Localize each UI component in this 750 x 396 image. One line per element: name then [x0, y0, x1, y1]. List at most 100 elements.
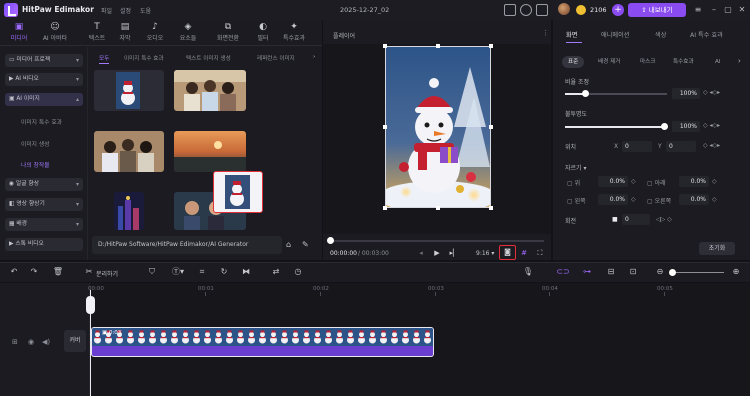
- subtab-remove-bg[interactable]: 배경 제거: [592, 56, 626, 68]
- scissors-icon[interactable]: ✂: [83, 266, 95, 278]
- media-thumb-sunset[interactable]: [174, 131, 246, 172]
- chevron-right-icon[interactable]: ›: [738, 57, 741, 65]
- track-visibility-icon[interactable]: ◉: [28, 338, 34, 346]
- text-tool-icon[interactable]: Ⓣ▾: [168, 266, 188, 278]
- media-thumb-group-photo[interactable]: [174, 70, 246, 111]
- grid-icon[interactable]: #: [519, 248, 529, 258]
- fullscreen-icon[interactable]: ⛶: [535, 248, 545, 258]
- snap-icon[interactable]: ⊶: [580, 266, 594, 278]
- subtab-image-effects[interactable]: 이미지 특수 효과: [124, 54, 164, 62]
- opacity-value[interactable]: 100%: [672, 121, 700, 132]
- subtab-reference-image[interactable]: 레퍼런스 이미지: [257, 54, 295, 62]
- tab-filter[interactable]: ◐ 필터: [250, 22, 276, 44]
- tab-subtitle[interactable]: ▤ 자막: [112, 22, 138, 44]
- play-icon[interactable]: ▶: [432, 248, 442, 258]
- tab-animation[interactable]: 애니메이션: [601, 30, 629, 39]
- more-icon[interactable]: ⋮: [542, 29, 549, 37]
- sidebar-item-stock-video[interactable]: ▶ 스톡 비디오: [5, 238, 83, 251]
- add-credits-button[interactable]: +: [612, 4, 624, 16]
- keyframe-icon[interactable]: ◇ ◂◇▸: [703, 89, 720, 96]
- tab-ai-avatar[interactable]: ☺ AI 아바타: [38, 22, 72, 44]
- zoom-slider[interactable]: [672, 272, 724, 273]
- resize-handle-tl[interactable]: [383, 44, 387, 48]
- sidebar-item-ai-video[interactable]: ▶ AI 비디오 ▾: [5, 73, 83, 86]
- preview-image[interactable]: [385, 46, 491, 208]
- tab-color[interactable]: 색상: [655, 30, 666, 39]
- seek-bar[interactable]: [330, 240, 544, 242]
- resize-handle-b[interactable]: [436, 206, 440, 210]
- sidebar-item-face-enhance[interactable]: ◉ 얼굴 향상 ▾: [5, 178, 83, 191]
- opacity-slider[interactable]: [565, 126, 667, 128]
- seek-knob[interactable]: [327, 237, 334, 244]
- zoom-slider-knob[interactable]: [669, 269, 676, 276]
- sidebar-item-ai-image[interactable]: ▣ AI 이미지 ▴: [5, 93, 83, 106]
- edit-icon[interactable]: ✎: [302, 240, 309, 249]
- crop-top-input[interactable]: 0.0%: [598, 176, 628, 187]
- shield-icon[interactable]: ⛉: [146, 266, 158, 278]
- keyframe-icon[interactable]: ◇: [631, 196, 636, 203]
- menu-settings[interactable]: 설정: [120, 6, 131, 15]
- mirror-icon[interactable]: ⧓: [240, 266, 252, 278]
- playhead-handle[interactable]: [86, 296, 95, 314]
- tab-audio[interactable]: ♪ 오디오: [142, 22, 168, 44]
- delete-icon[interactable]: 🗑: [52, 266, 64, 278]
- account-icon[interactable]: [520, 4, 532, 16]
- scale-slider-knob[interactable]: [582, 90, 589, 97]
- keyframe-icon[interactable]: ◇: [712, 178, 717, 185]
- menu-file[interactable]: 파일: [101, 6, 112, 15]
- minimize-icon[interactable]: –: [708, 4, 720, 16]
- maximize-icon[interactable]: ▢: [722, 4, 734, 16]
- pos-y-input[interactable]: 0: [666, 141, 696, 152]
- tab-ai-effects[interactable]: AI 특수 효과: [690, 30, 723, 39]
- keyframe-icon[interactable]: ◇: [712, 196, 717, 203]
- aspect-ratio-select[interactable]: 9:16 ▾: [476, 250, 494, 257]
- prev-frame-icon[interactable]: ◂: [416, 248, 426, 258]
- tab-text[interactable]: T 텍스트: [84, 22, 110, 44]
- link-icon[interactable]: ⊂⊃: [556, 266, 570, 278]
- avatar[interactable]: [558, 3, 570, 15]
- media-thumb-friends[interactable]: [94, 131, 164, 172]
- subtab-text-to-image[interactable]: 텍스트 이미지 생성: [186, 54, 231, 62]
- resize-handle-t[interactable]: [436, 44, 440, 48]
- redo-icon[interactable]: ↷: [28, 266, 40, 278]
- sidebar-sub-my-creations[interactable]: 나의 창작물: [21, 160, 50, 169]
- rotate-icon[interactable]: ↻: [218, 266, 230, 278]
- speed-icon[interactable]: ◷: [292, 266, 304, 278]
- keyframe-icon[interactable]: ◇ ◂◇▸: [703, 122, 720, 129]
- replace-icon[interactable]: ⇄: [270, 266, 282, 278]
- keyboard-icon[interactable]: [536, 4, 548, 16]
- media-thumb-city[interactable]: [114, 192, 144, 230]
- zoom-out-icon[interactable]: ⊖: [654, 266, 666, 278]
- reset-button[interactable]: 초기화: [699, 242, 735, 255]
- crop-bottom-input[interactable]: 0.0%: [679, 176, 709, 187]
- resize-handle-r[interactable]: [489, 125, 493, 129]
- chevron-right-icon[interactable]: ›: [313, 54, 315, 60]
- media-thumb-snowman-1[interactable]: [94, 70, 164, 111]
- tab-screen[interactable]: 화면: [566, 30, 577, 39]
- crop-label[interactable]: 자르기 ▾: [565, 163, 586, 172]
- resize-handle-tr[interactable]: [489, 44, 493, 48]
- tab-effects[interactable]: ✦ 특수효과: [276, 22, 312, 44]
- pos-x-input[interactable]: 0: [622, 141, 652, 152]
- split-label[interactable]: 분리하기: [96, 269, 118, 278]
- subtab-all[interactable]: 모두: [99, 54, 110, 64]
- folder-open-icon[interactable]: ⌂: [286, 240, 291, 249]
- subtab-ai[interactable]: AI: [709, 56, 726, 68]
- track-lock-icon[interactable]: ⊞: [12, 338, 18, 346]
- scale-slider[interactable]: [565, 93, 667, 95]
- sidebar-item-project-media[interactable]: ▭ 미디어 프로젝 ▾: [5, 54, 83, 67]
- resize-handle-l[interactable]: [383, 125, 387, 129]
- media-thumb-snowman-selected[interactable]: [213, 171, 263, 213]
- message-icon[interactable]: [504, 4, 516, 16]
- keyframe-icon[interactable]: ◇: [631, 178, 636, 185]
- tab-transition[interactable]: ⧉ 화면전환: [210, 22, 246, 44]
- cover-button[interactable]: 커버: [64, 330, 86, 352]
- export-button[interactable]: ⇪ 내보내기: [628, 3, 686, 17]
- resize-handle-br[interactable]: [489, 206, 493, 210]
- subtab-mask[interactable]: 마스크: [634, 56, 661, 68]
- scale-value[interactable]: 100%: [672, 88, 700, 99]
- keyframe-icon[interactable]: ◇ ◂◇▸: [703, 142, 720, 149]
- fit-icon[interactable]: ⊡: [626, 266, 640, 278]
- timeline-clip[interactable]: ▣ 0:03: [91, 327, 434, 357]
- zoom-in-icon[interactable]: ⊕: [730, 266, 742, 278]
